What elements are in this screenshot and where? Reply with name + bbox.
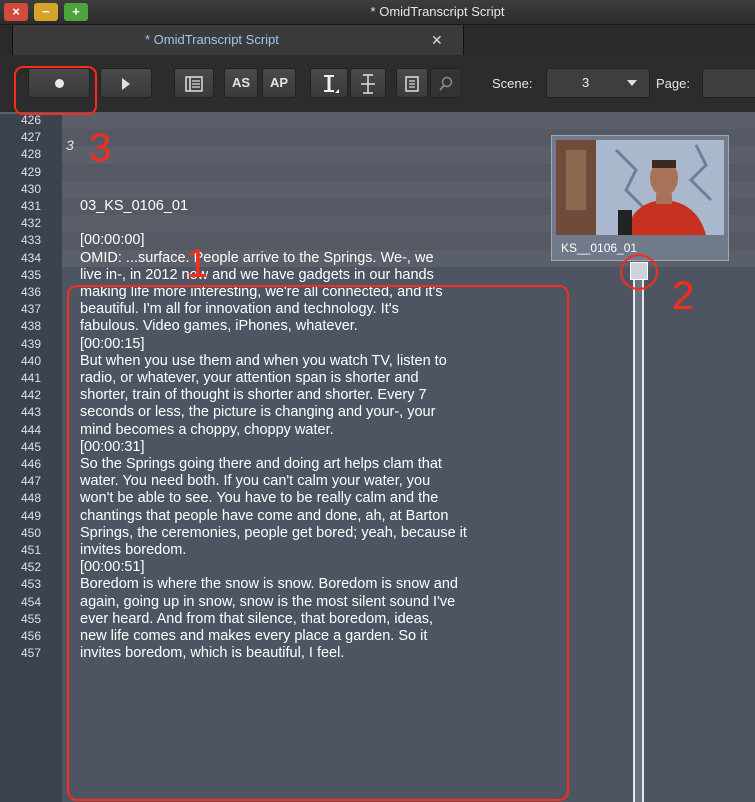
- title-bar: × − + * OmidTranscript Script: [0, 0, 755, 25]
- play-button[interactable]: [100, 68, 152, 98]
- line-number: 452: [21, 560, 42, 575]
- line-number: 456: [21, 629, 42, 643]
- line-number: 433: [21, 233, 42, 248]
- line-insert-button[interactable]: [350, 68, 386, 98]
- page-label: Page:: [656, 76, 690, 91]
- annotation-circle-marker: [620, 254, 658, 290]
- line-number: 443: [21, 405, 42, 420]
- line-number: 457: [21, 646, 42, 661]
- annotation-box-record: [14, 66, 97, 115]
- line-number: 438: [21, 319, 42, 334]
- line-number: 427: [21, 130, 42, 145]
- line-number: 450: [21, 525, 42, 540]
- clip-timeline-bar[interactable]: [633, 280, 644, 802]
- scene-label: Scene:: [492, 76, 533, 91]
- script-line[interactable]: live in-, in 2012 now and we have gadget…: [80, 267, 434, 284]
- script-view-button[interactable]: [174, 68, 214, 98]
- tab-omid-transcript-script[interactable]: * OmidTranscript Script ✕: [12, 25, 464, 55]
- tab-close-icon[interactable]: ✕: [431, 25, 443, 55]
- scene-dropdown-value: 3: [582, 75, 590, 90]
- as-button[interactable]: AS: [224, 68, 258, 98]
- script-line[interactable]: 03_KS_0106_01: [80, 198, 188, 215]
- line-number: 430: [21, 181, 42, 196]
- line-number: 432: [21, 216, 42, 231]
- line-number: 449: [21, 508, 42, 523]
- line-number: 454: [21, 594, 42, 609]
- line-number: 437: [21, 302, 42, 317]
- ap-button[interactable]: AP: [262, 68, 296, 98]
- search-icon: [439, 76, 453, 91]
- annotation-number-1: 1: [186, 242, 209, 286]
- line-number: 441: [21, 371, 42, 385]
- line-number: 439: [21, 336, 42, 351]
- line-number: 455: [21, 611, 42, 626]
- toolbar: AS AP Scene: 3 Page:: [0, 55, 755, 114]
- line-number: 446: [21, 457, 42, 471]
- document-button[interactable]: [396, 68, 428, 98]
- line-number: 453: [21, 577, 42, 592]
- line-number: 447: [21, 474, 42, 489]
- window-title: * OmidTranscript Script: [370, 4, 505, 19]
- tab-label: * OmidTranscript Script: [145, 32, 279, 47]
- line-number: 434: [21, 250, 42, 265]
- script-line[interactable]: OMID: ...surface. People arrive to the S…: [80, 250, 434, 267]
- scene-number-marker: 3: [66, 137, 74, 153]
- text-cursor-icon: [324, 74, 339, 93]
- clip-thumbnail[interactable]: KS__0106_01: [551, 135, 729, 261]
- script-line[interactable]: [00:00:00]: [80, 232, 145, 249]
- line-number: 436: [21, 285, 42, 299]
- find-button[interactable]: [430, 68, 462, 98]
- play-icon: [122, 77, 130, 90]
- line-number: 428: [21, 147, 42, 162]
- scene-dropdown[interactable]: 3: [546, 68, 650, 98]
- text-cursor-button[interactable]: [310, 68, 348, 98]
- line-number: 445: [21, 439, 42, 454]
- line-number: 442: [21, 388, 42, 403]
- tab-bar: * OmidTranscript Script ✕: [0, 25, 755, 55]
- clip-thumbnail-image: [556, 140, 724, 235]
- script-row-background: [0, 112, 755, 130]
- clip-thumbnail-caption: KS__0106_01: [561, 241, 638, 255]
- annotation-box-transcript: [67, 285, 569, 801]
- chevron-down-icon: [627, 80, 637, 86]
- line-number: 431: [21, 199, 42, 213]
- page-field[interactable]: [702, 68, 755, 98]
- list-view-icon: [185, 75, 203, 92]
- line-number: 435: [21, 267, 42, 282]
- line-number: 444: [21, 422, 42, 437]
- line-number: 451: [21, 543, 42, 557]
- document-icon: [405, 75, 419, 92]
- annotation-number-2: 2: [672, 274, 695, 318]
- line-number: 440: [21, 353, 42, 368]
- annotation-number-3: 3: [89, 126, 112, 170]
- line-number: 429: [21, 164, 42, 179]
- line-number: 448: [21, 491, 42, 506]
- line-insert-icon: [361, 73, 375, 94]
